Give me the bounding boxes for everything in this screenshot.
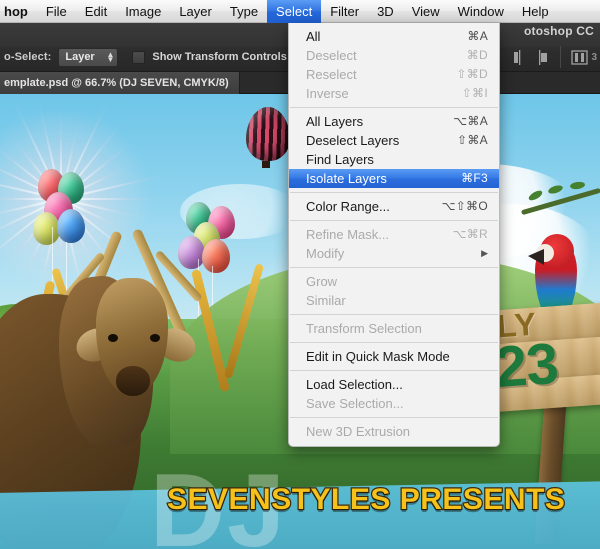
menu-item-shortcut: ⌘D <box>466 48 488 62</box>
balloon-string <box>66 242 67 294</box>
menu-item-label: Load Selection... <box>306 377 403 392</box>
menu-item-all[interactable]: All ⌘A <box>289 27 499 46</box>
menubar-item-3d[interactable]: 3D <box>368 0 403 23</box>
chevron-updown-icon: ▲ ▼ <box>106 50 115 64</box>
menu-item-label: Transform Selection <box>306 321 422 336</box>
menu-item-save-selection: Save Selection... <box>289 394 499 413</box>
menu-separator <box>290 267 498 268</box>
menu-item-label: Grow <box>306 274 338 289</box>
deer-muzzle <box>116 366 150 396</box>
menu-item-all-layers[interactable]: All Layers ⌥⌘A <box>289 112 499 131</box>
menu-item-similar: Similar <box>289 291 499 310</box>
menu-item-label: Color Range... <box>306 199 390 214</box>
menu-separator <box>290 314 498 315</box>
leaf-shape <box>569 180 586 191</box>
menu-item-shortcut: ⌥⌘A <box>453 114 488 128</box>
menu-item-find-layers[interactable]: Find Layers <box>289 150 499 169</box>
menu-item-label: Deselect <box>306 48 357 63</box>
menu-item-shortcut: ⌘A <box>467 29 488 43</box>
hot-air-balloon-icon <box>246 107 290 161</box>
select-menu-dropdown[interactable]: All ⌘A Deselect ⌘D Reselect ⇧⌘D Inverse ⇧⌘I All … <box>288 23 500 447</box>
menu-item-label: Reselect <box>306 67 357 82</box>
menu-item-refine-mask: Refine Mask... ⌥⌘R <box>289 225 499 244</box>
distribute-horizontal-icon[interactable] <box>571 49 589 65</box>
balloon-shape <box>33 212 60 245</box>
menubar-item-help[interactable]: Help <box>513 0 558 23</box>
menubar-item-view[interactable]: View <box>403 0 449 23</box>
menu-item-shortcut: ⌥⇧⌘O <box>441 199 488 213</box>
menu-separator <box>290 342 498 343</box>
menu-item-label: Refine Mask... <box>306 227 390 242</box>
document-tab[interactable]: emplate.psd @ 66.7% (DJ SEVEN, CMYK/8) <box>0 72 240 94</box>
menu-item-deselect: Deselect ⌘D <box>289 46 499 65</box>
menubar-item-type[interactable]: Type <box>221 0 267 23</box>
menu-item-label: Similar <box>306 293 346 308</box>
menu-separator <box>290 370 498 371</box>
show-transform-checkbox[interactable] <box>132 50 146 64</box>
menubar-item-select[interactable]: Select <box>267 0 322 23</box>
menu-item-label: Modify <box>306 246 345 261</box>
menu-item-color-range[interactable]: Color Range... ⌥⇧⌘O <box>289 197 499 216</box>
menu-separator <box>290 417 498 418</box>
parrot-beak-icon <box>528 249 544 265</box>
menu-bar: hop File Edit Image Layer Type Select Filter 3D V… <box>0 0 600 23</box>
photoshop-window: LY 23 DJ SEVENSTYLES PRESENTS otoshop CC… <box>0 0 600 549</box>
menubar-item-window[interactable]: Window <box>449 0 513 23</box>
menubar-item-layer[interactable]: Layer <box>170 0 221 23</box>
menubar-item-image[interactable]: Image <box>116 0 170 23</box>
menu-item-load-selection[interactable]: Load Selection... <box>289 375 499 394</box>
menubar-item-filter[interactable]: Filter <box>321 0 368 23</box>
menu-item-shortcut: ⇧⌘I <box>461 86 488 100</box>
distribute-3d-icon[interactable]: 3 <box>591 52 597 63</box>
menu-item-label: Inverse <box>306 86 349 101</box>
balloon-shape <box>178 236 205 269</box>
menu-item-label: All Layers <box>306 114 364 129</box>
menubar-item-file[interactable]: File <box>37 0 76 23</box>
menu-item-label: New 3D Extrusion <box>306 424 411 439</box>
show-transform-label: Show Transform Controls <box>152 51 287 63</box>
menu-item-label: Edit in Quick Mask Mode <box>306 349 450 364</box>
balloon-shape <box>202 239 230 273</box>
menu-item-reselect: Reselect ⇧⌘D <box>289 65 499 84</box>
presents-title: SEVENSTYLES PRESENTS <box>166 483 566 516</box>
app-title: otoshop CC <box>524 24 594 38</box>
menu-item-modify: Modify ▶ <box>289 244 499 263</box>
menu-item-transform-selection: Transform Selection <box>289 319 499 338</box>
auto-select-dropdown[interactable]: Layer ▲ ▼ <box>58 47 119 67</box>
menu-item-label: Deselect Layers <box>306 133 400 148</box>
menubar-item-hop[interactable]: hop <box>0 0 37 23</box>
menu-item-new-3d-extrusion: New 3D Extrusion <box>289 422 499 441</box>
menu-separator <box>290 220 498 221</box>
align-vertical-centers-icon[interactable] <box>510 49 527 65</box>
deer-eye-right <box>150 334 160 342</box>
menu-separator <box>290 192 498 193</box>
menu-item-deselect-layers[interactable]: Deselect Layers ⇧⌘A <box>289 131 499 150</box>
auto-select-label: o-Select: <box>4 51 52 63</box>
menu-item-edit-in-quick-mask-mode[interactable]: Edit in Quick Mask Mode <box>289 347 499 366</box>
deer-eye-left <box>108 334 118 342</box>
sign-day-text: 23 <box>492 330 560 401</box>
menu-item-label: Save Selection... <box>306 396 404 411</box>
menu-item-label: Isolate Layers <box>306 171 387 186</box>
align-right-edges-icon[interactable] <box>533 49 550 65</box>
toolbar-divider <box>560 46 562 68</box>
menu-item-inverse: Inverse ⇧⌘I <box>289 84 499 103</box>
menu-separator <box>290 107 498 108</box>
menu-item-shortcut: ⌥⌘R <box>452 227 488 241</box>
balloon-shape <box>57 209 85 243</box>
menu-item-label: All <box>306 29 321 44</box>
hot-air-balloon-basket <box>262 161 270 168</box>
menu-item-shortcut: ⇧⌘A <box>457 133 488 147</box>
menu-item-isolate-layers[interactable]: Isolate Layers ⌘F3 <box>289 169 499 188</box>
auto-select-value: Layer <box>65 51 95 63</box>
submenu-arrow-icon: ▶ <box>481 248 488 258</box>
menubar-item-edit[interactable]: Edit <box>76 0 116 23</box>
menu-item-grow: Grow <box>289 272 499 291</box>
menu-item-label: Find Layers <box>306 152 374 167</box>
menu-item-shortcut: ⇧⌘D <box>456 67 488 81</box>
menu-item-shortcut: ⌘F3 <box>461 171 488 185</box>
